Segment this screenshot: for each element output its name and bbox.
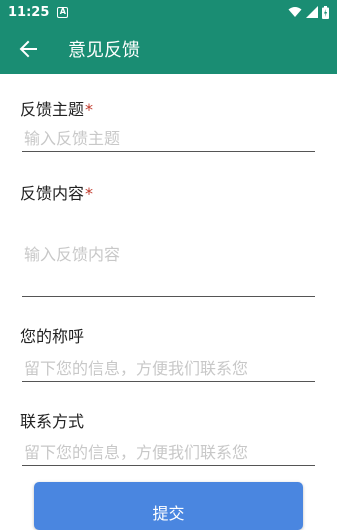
wifi-icon [288, 7, 302, 17]
content-label-text: 反馈内容 [20, 184, 85, 203]
name-input[interactable] [22, 355, 315, 382]
status-icons [288, 5, 329, 19]
arrow-left-icon [19, 40, 37, 58]
page-title: 意见反馈 [68, 40, 140, 61]
contact-input[interactable] [22, 439, 315, 466]
content-label: 反馈内容* [20, 180, 93, 204]
battery-icon [322, 5, 329, 19]
required-mark: * [85, 100, 94, 119]
subject-label: 反馈主题* [20, 96, 93, 120]
name-label: 您的称呼 [20, 323, 84, 347]
subject-input[interactable] [22, 125, 315, 152]
required-mark: * [85, 184, 94, 203]
content-input[interactable] [22, 240, 315, 297]
a-notification-icon: A [57, 6, 69, 18]
name-label-text: 您的称呼 [20, 327, 85, 346]
subject-label-text: 反馈主题 [20, 100, 85, 119]
app-bar: 意见反馈 [0, 24, 337, 74]
signal-icon [306, 6, 318, 18]
back-button[interactable] [0, 24, 56, 74]
contact-label: 联系方式 [20, 408, 84, 432]
contact-label-text: 联系方式 [20, 412, 85, 431]
status-time: 11:25 [8, 4, 50, 20]
status-bar: 11:25 A [0, 0, 337, 24]
submit-button[interactable]: 提交 [34, 482, 303, 530]
